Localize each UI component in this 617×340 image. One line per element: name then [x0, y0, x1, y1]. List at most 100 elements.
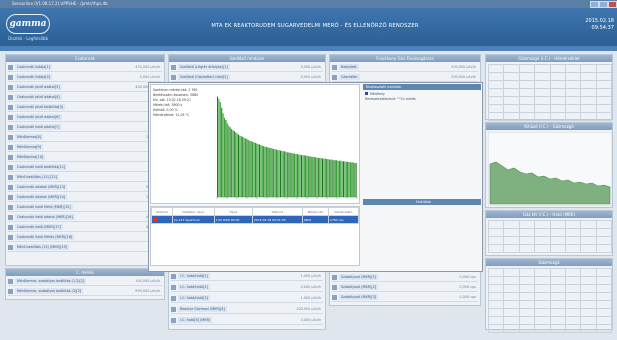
channel-label: Csatornák listája[1] — [15, 64, 53, 70]
table-cell: 7,00 MKR 00:00 — [213, 215, 254, 224]
channel-label: Beépített — [339, 64, 359, 70]
legend-label: Rendszerkalibráció: ¹³⁷Cs mérés — [365, 97, 416, 101]
spectrum-bar — [245, 138, 247, 197]
list-item[interactable]: Csatornák ható beállítás[11]1,000 — [8, 164, 162, 172]
list-item[interactable]: Csatornák ható (MKR)[17]400,000 — [8, 224, 162, 232]
channel-label: I.C. ható[5] (MKR) — [178, 317, 213, 323]
close-button[interactable] — [608, 1, 617, 8]
table-cell — [580, 228, 597, 237]
channel-icon — [8, 135, 13, 140]
table-cell — [564, 276, 582, 285]
col-duration[interactable]: Mérési idő — [301, 207, 329, 216]
table-cell — [580, 220, 597, 229]
table-cell — [564, 228, 582, 237]
table-cell — [595, 64, 613, 73]
panel-channels-title: Csatornák — [6, 55, 164, 62]
list-item[interactable]: Csatornák listája[2] 0,000 µSv/h — [8, 74, 162, 82]
list-item[interactable]: Szellőző (Légtér átfolyás)[1] 0,000 µSv/h — [171, 64, 323, 72]
table-cell — [534, 308, 551, 317]
spectrum-bar — [354, 162, 356, 197]
table-cell — [518, 324, 536, 333]
list-item[interactable]: Szabályozó (MKR)[2] 0,000 cps — [332, 284, 478, 292]
channel-value: 100,000 µSv/h — [135, 279, 160, 283]
list-item[interactable]: Csatornák adatok (MKR)[14]180,000 — [8, 194, 162, 202]
channel-icon — [8, 85, 13, 90]
spectrum-bar — [331, 159, 333, 197]
channel-value: 0,000 cps — [459, 285, 476, 289]
table-cell — [518, 316, 536, 325]
table-row — [487, 268, 613, 277]
channel-icon — [171, 318, 176, 323]
spectrum-bar — [299, 154, 301, 197]
channel-icon — [332, 75, 337, 80]
list-item[interactable]: Beépített 500,000 µSv/h — [332, 64, 478, 72]
list-item[interactable]: Mérőkamra, szabályos beállítás (3)[2] 999… — [8, 288, 162, 296]
list-item[interactable]: I.C. ható[5] (MKR) 0,000 µSv/h — [171, 317, 323, 325]
col-detector[interactable]: Detektor neve — [171, 207, 215, 216]
channel-label: Mérő beállítás (13) [12] — [15, 174, 59, 180]
list-item[interactable]: I.C. ható/ható[3] 1,000 µSv/h — [171, 295, 323, 303]
spectrum-bar — [303, 155, 305, 197]
list-item[interactable]: Csatornák jelző beállítás[5]1,000 — [8, 104, 162, 112]
list-item[interactable]: I.C. ható/ható[1] 1,000 µSv/h — [171, 273, 323, 281]
spectrum-bar — [317, 157, 319, 197]
col-type[interactable]: Típus — [213, 207, 254, 216]
table-cell — [549, 80, 566, 89]
table-row — [487, 96, 613, 105]
spectrum-bar — [229, 127, 231, 197]
table-cell — [534, 300, 551, 309]
list-item[interactable]: Szabályozó (MKR)[3] 0,000 cps — [332, 294, 478, 302]
col-color[interactable]: Színkód — [151, 207, 173, 216]
legend-swatch — [365, 92, 368, 95]
col-count[interactable]: Darab szám — [327, 207, 360, 216]
list-item[interactable]: Mérő beállítás (13) (MKR)[19]0,000 — [8, 244, 162, 252]
temperature-table — [487, 64, 613, 121]
list-item[interactable]: Csatornák adatok (MKR)[13]900,000 — [8, 184, 162, 192]
table-cell — [534, 236, 551, 245]
table-cell — [518, 236, 536, 245]
channel-label: Szabályozó (MKR)[2] — [339, 284, 379, 290]
minimize-button[interactable] — [590, 1, 599, 8]
table-cell — [564, 324, 582, 333]
list-item[interactable]: Szabályozó (MKR)[1] 0,000 cps — [332, 274, 478, 282]
list-item[interactable]: Mérő beállítás (13) [12]0,000 — [8, 174, 162, 182]
table-cell — [549, 228, 566, 237]
list-item[interactable]: Csatornák ható Mérő (MKR)[15]0,000 — [8, 204, 162, 212]
list-item[interactable]: Csatornák jelző adatai[3]400,000 µSv/h — [8, 84, 162, 92]
list-item[interactable]: I.C. ható/ható[2] 0,000 µSv/h — [171, 284, 323, 292]
channel-label: Szellőző (Gázméter) ható[2] — [178, 74, 230, 80]
list-item[interactable]: Csatornák listája[1] 475,000 µSv/h — [8, 64, 162, 72]
table-cell — [549, 308, 566, 317]
list-item[interactable]: Gázméter 500,000 µSv/h — [332, 74, 478, 82]
table-row — [487, 104, 613, 113]
table-cell — [534, 220, 551, 229]
list-item[interactable]: Mérőkamra[10]0,000 — [8, 154, 162, 162]
list-item[interactable]: Mérőkamra[8]100,000 — [8, 134, 162, 142]
list-item[interactable]: Mérőkamra, szabályos beállítás (1,2)[1] 1… — [8, 278, 162, 286]
extract-trend-chart — [487, 131, 613, 207]
channel-icon — [8, 225, 13, 230]
spectrum-bar — [247, 140, 249, 197]
col-time[interactable]: Időpont — [252, 207, 303, 216]
maximize-button[interactable] — [599, 1, 608, 8]
list-item[interactable]: Szellőző (Gázméter) ható[2] 0,000 µSv/h — [171, 74, 323, 82]
list-item[interactable]: Csatornák jelző adatai[6]1,000 — [8, 114, 162, 122]
spectrum-bar — [344, 161, 346, 197]
table-cell — [580, 72, 597, 81]
table-cell — [595, 236, 613, 245]
spectrum-bar — [301, 155, 303, 197]
table-cell — [549, 276, 566, 285]
list-item[interactable]: Csatornák jelző adatai[4]0,000 — [8, 94, 162, 102]
list-item[interactable]: Mérőkamra[9]0,000 — [8, 144, 162, 152]
table-row[interactable]: Cs-137 Spektrum 7,00 MKR 00:00 2015.02.1… — [151, 215, 360, 224]
table-cell — [503, 88, 520, 97]
list-item[interactable]: Csatornák ható adatai (MKR)[16]450,100 — [8, 214, 162, 222]
table-cell — [580, 80, 597, 89]
spectrum-dialog[interactable]: Spektrum mérési idő: 2 760 Beütésszám ös… — [148, 82, 483, 272]
spectrum-bar — [238, 134, 240, 197]
table-cell — [580, 268, 597, 277]
list-item[interactable]: Csatornák ható adatai[7]0,000 — [8, 124, 162, 132]
list-item[interactable]: Csatornák ható Mérés (MKR)[18]1,000 — [8, 234, 162, 242]
list-item[interactable]: Reaktor Gázmozi (MKR)[4] 100,000 µSv/h — [171, 306, 323, 314]
table-row — [487, 228, 613, 237]
